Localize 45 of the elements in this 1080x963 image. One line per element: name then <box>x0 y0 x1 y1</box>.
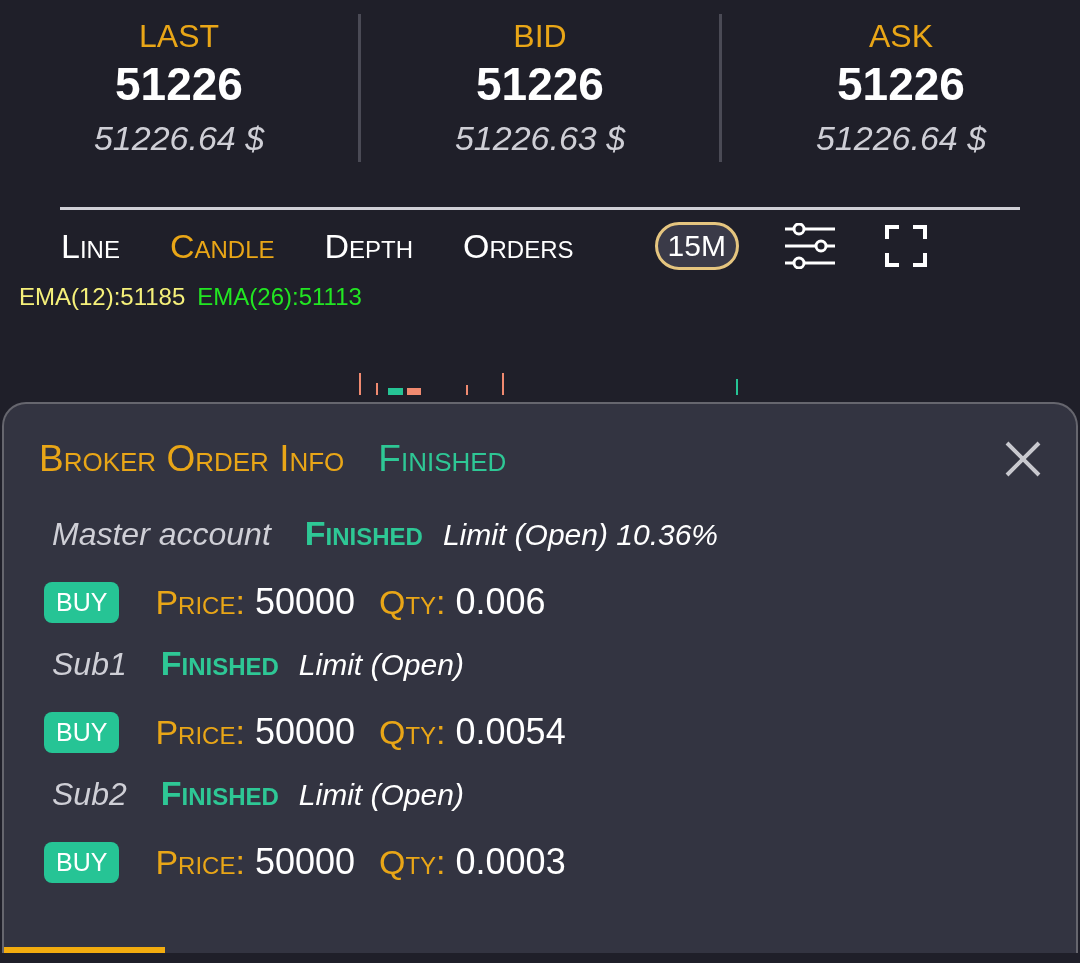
chart-tab[interactable]: Depth <box>313 226 425 266</box>
quote-price: 51226 <box>837 57 965 112</box>
price-label: Price: <box>155 582 245 622</box>
panel-title: Broker Order Info <box>39 438 345 480</box>
quote-usd-price: 51226.64 $ <box>93 118 265 159</box>
fullscreen-icon[interactable] <box>884 225 927 267</box>
chart-tab[interactable]: Candle <box>158 226 286 266</box>
order-status: Finished <box>304 514 423 553</box>
side-badge: BUY <box>44 711 120 753</box>
qty-value: 0.006 <box>455 581 546 623</box>
order-type: Limit (Open) <box>298 778 464 812</box>
order-status: Finished <box>160 644 279 683</box>
status-text: Finished <box>378 438 507 480</box>
quote-usd-price: 51226.64 $ <box>815 118 987 159</box>
qty-value: 0.0003 <box>455 841 566 883</box>
qty-label: Qty: <box>379 582 446 622</box>
price-value: 50000 <box>254 841 355 883</box>
side-badge: BUY <box>44 581 120 623</box>
order-type: Limit (Open) 10.36% <box>442 518 719 552</box>
order-type: Limit (Open) <box>298 648 464 682</box>
quote-price: 51226 <box>115 57 243 112</box>
quote-usd-price: 51226.63 $ <box>454 118 626 159</box>
settings-icon[interactable] <box>784 223 835 269</box>
chart-tab[interactable]: Orders <box>452 226 585 266</box>
price-value: 50000 <box>254 711 355 753</box>
ema-indicator: EMA(26):51113 <box>197 283 362 311</box>
order-status: Finished <box>160 774 279 813</box>
qty-label: Qty: <box>379 842 446 882</box>
chart-tab[interactable]: Line <box>50 226 131 266</box>
close-icon[interactable] <box>1005 441 1041 477</box>
ema-indicator: EMA(12):51185 <box>19 283 186 311</box>
price-value: 50000 <box>254 581 355 623</box>
price-label: Price: <box>155 842 245 882</box>
interval-button[interactable]: 15M <box>654 222 739 270</box>
qty-label: Qty: <box>379 712 446 752</box>
quote-label: LAST <box>139 17 219 56</box>
side-badge: BUY <box>44 841 120 883</box>
price-label: Price: <box>155 712 245 752</box>
quote-label: ASK <box>869 17 933 56</box>
account-name: Master account <box>51 516 271 553</box>
account-name: Sub1 <box>51 646 127 683</box>
account-name: Sub2 <box>51 776 127 813</box>
quote-price: 51226 <box>476 57 604 112</box>
quote-label: BID <box>513 17 567 56</box>
qty-value: 0.0054 <box>455 711 566 753</box>
